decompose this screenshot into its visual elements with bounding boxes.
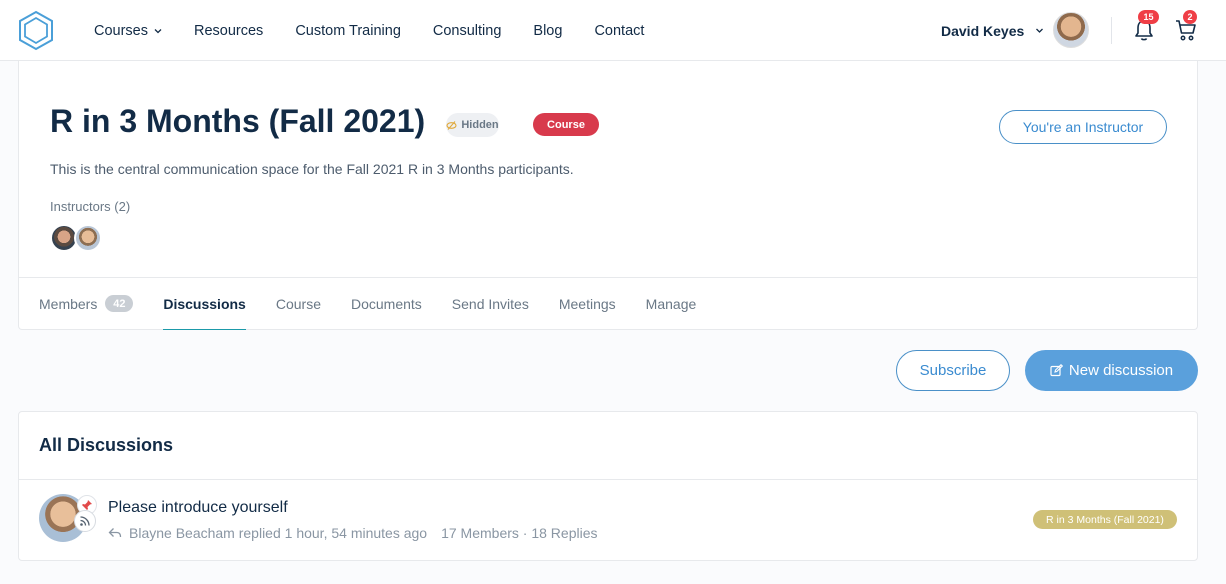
group-description: This is the central communication space … [50,161,574,177]
edit-icon [1050,364,1063,377]
hidden-badge-label: Hidden [461,119,499,131]
user-menu[interactable]: David Keyes [941,0,1044,61]
tab-course[interactable]: Course [276,278,321,330]
tab-documents[interactable]: Documents [351,278,422,330]
tab-discussions-label: Discussions [163,295,246,312]
discussion-meta: Blayne Beacham replied 1 hour, 54 minute… [108,525,598,541]
tab-members-label: Members [39,295,98,312]
eye-slash-icon [446,120,457,130]
nav-consulting[interactable]: Consulting [433,23,502,39]
discussions-heading: All Discussions [39,435,174,455]
group-title: R in 3 Months (Fall 2021) [50,103,426,139]
nav-resources-label: Resources [194,22,264,39]
user-name: David Keyes [941,22,1025,39]
group-tag[interactable]: R in 3 Months (Fall 2021) [1033,510,1177,529]
header-divider [1111,17,1112,44]
nav-custom-training-label: Custom Training [295,22,401,39]
tab-meetings-label: Meetings [558,295,616,312]
nav-blog-label: Blog [533,22,563,39]
discussion-title-link[interactable]: Please introduce yourself [108,499,288,517]
top-navigation-bar: Courses Resources Custom Training Consul… [0,0,1226,61]
tab-meetings[interactable]: Meetings [559,278,616,330]
tab-discussions[interactable]: Discussions [163,278,247,330]
tab-course-label: Course [275,295,321,312]
chevron-down-icon [154,28,162,33]
reply-icon [108,528,122,538]
cart-count-badge: 2 [1183,10,1197,24]
course-type-badge: Course [533,113,599,136]
discussions-card: All Discussions Please introduce yoursel… [18,411,1198,561]
main-nav: Courses Resources Custom Training Consul… [94,0,676,61]
subscribe-button[interactable]: Subscribe [896,350,1010,391]
nav-courses-label: Courses [94,22,148,39]
divider [19,479,1197,480]
new-discussion-button[interactable]: New discussion [1025,350,1198,391]
new-discussion-label: New discussion [1068,362,1174,379]
nav-custom-training[interactable]: Custom Training [295,23,401,39]
tab-members[interactable]: Members 42 [39,278,134,330]
user-avatar[interactable] [1053,12,1089,48]
nav-contact-label: Contact [594,22,645,39]
tab-send-invites[interactable]: Send Invites [452,278,529,330]
tab-send-invites-label: Send Invites [451,295,529,312]
notifications-count-badge: 15 [1138,10,1159,24]
chevron-down-icon [1036,28,1044,33]
hidden-badge: Hidden [446,113,499,137]
nav-resources[interactable]: Resources [194,23,263,39]
last-reply-text: Blayne Beacham replied 1 hour, 54 minute… [129,525,428,541]
tab-documents-label: Documents [350,295,422,312]
nav-blog[interactable]: Blog [533,23,562,39]
discussion-counts: 17 Members · 18 Replies [441,525,598,541]
tab-manage[interactable]: Manage [646,278,697,330]
nav-consulting-label: Consulting [432,22,502,39]
nav-contact[interactable]: Contact [594,23,644,39]
instructors-label: Instructors (2) [50,199,131,214]
instructor-avatar[interactable] [74,224,102,252]
group-header-card: R in 3 Months (Fall 2021) Hidden Course … [18,61,1198,330]
hexagon-logo-icon[interactable] [17,10,55,51]
nav-courses[interactable]: Courses [94,23,162,39]
members-count-badge: 42 [105,295,134,312]
rss-feed-icon[interactable] [74,510,96,532]
group-tabs: Members 42 Discussions Course Documents … [19,277,1197,330]
tab-manage-label: Manage [645,295,697,312]
instructor-status-button[interactable]: You're an Instructor [999,110,1167,144]
